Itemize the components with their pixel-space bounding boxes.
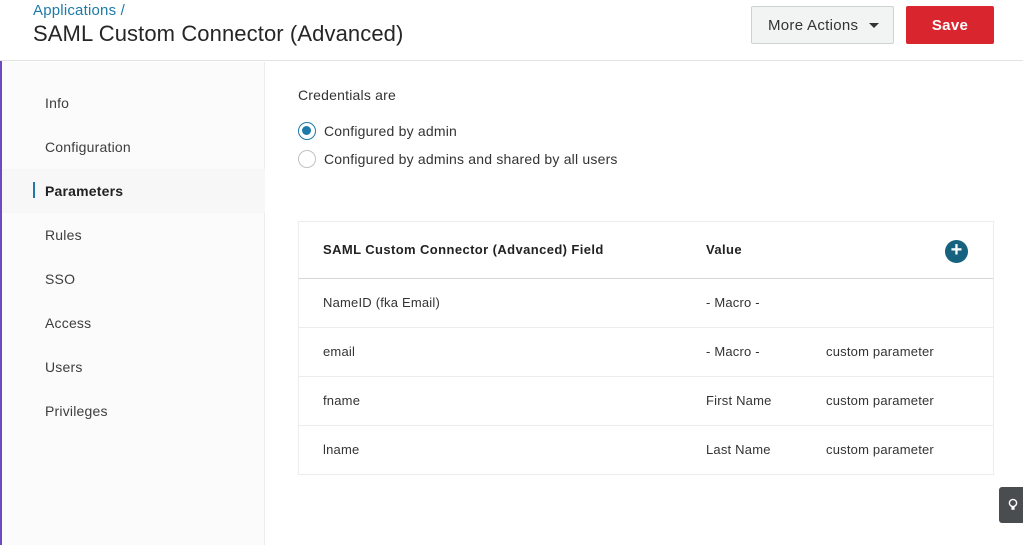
table-header: SAML Custom Connector (Advanced) Field V…	[299, 222, 993, 279]
credentials-label: Credentials are	[298, 87, 396, 103]
radio-option-shared-by-all-users[interactable]: Configured by admins and shared by all u…	[298, 149, 618, 169]
radio-option-configured-by-admin[interactable]: Configured by admin	[298, 121, 457, 141]
chevron-down-icon	[869, 23, 879, 28]
page-header: Applications / SAML Custom Connector (Ad…	[0, 0, 1023, 61]
app-page: Applications / SAML Custom Connector (Ad…	[0, 0, 1023, 545]
page-title: SAML Custom Connector (Advanced)	[33, 21, 404, 46]
row-field: fname	[323, 393, 361, 408]
radio-checked-icon[interactable]	[298, 122, 316, 140]
row-field: lname	[323, 442, 360, 457]
row-value: Last Name	[706, 442, 771, 457]
row-type: custom parameter	[826, 393, 934, 408]
sidebar-item-sso[interactable]: SSO	[2, 257, 265, 301]
more-actions-label: More Actions	[768, 16, 859, 34]
sidebar-item-privileges[interactable]: Privileges	[2, 389, 265, 433]
sidebar-item-users[interactable]: Users	[2, 345, 265, 389]
table-row[interactable]: email - Macro - custom parameter	[299, 328, 993, 377]
sidebar-item-parameters[interactable]: Parameters	[2, 169, 265, 213]
row-value: - Macro -	[706, 344, 760, 359]
table-row[interactable]: fname First Name custom parameter	[299, 377, 993, 426]
radio-unchecked-icon[interactable]	[298, 150, 316, 168]
add-parameter-icon[interactable]: +	[945, 240, 968, 263]
radio-label: Configured by admin	[324, 123, 457, 139]
parameters-table: SAML Custom Connector (Advanced) Field V…	[298, 221, 994, 475]
more-actions-button[interactable]: More Actions	[751, 6, 894, 44]
radio-label: Configured by admins and shared by all u…	[324, 151, 618, 167]
row-field: NameID (fka Email)	[323, 295, 441, 310]
help-tab[interactable]	[999, 487, 1023, 523]
save-button[interactable]: Save	[906, 6, 994, 44]
sidebar-item-rules[interactable]: Rules	[2, 213, 265, 257]
lightbulb-icon	[1008, 498, 1018, 510]
row-field: email	[323, 344, 356, 359]
table-row[interactable]: NameID (fka Email) - Macro -	[299, 279, 993, 328]
row-type: custom parameter	[826, 344, 934, 359]
breadcrumb-applications[interactable]: Applications /	[33, 2, 125, 19]
column-header-field: SAML Custom Connector (Advanced) Field	[323, 242, 604, 257]
row-type: custom parameter	[826, 442, 934, 457]
column-header-value: Value	[706, 242, 742, 257]
row-value: - Macro -	[706, 295, 760, 310]
table-row[interactable]: lname Last Name custom parameter	[299, 426, 993, 475]
row-value: First Name	[706, 393, 772, 408]
sidebar: Info Configuration Parameters Rules SSO …	[2, 62, 265, 545]
sidebar-item-info[interactable]: Info	[2, 81, 265, 125]
sidebar-item-configuration[interactable]: Configuration	[2, 125, 265, 169]
sidebar-item-access[interactable]: Access	[2, 301, 265, 345]
